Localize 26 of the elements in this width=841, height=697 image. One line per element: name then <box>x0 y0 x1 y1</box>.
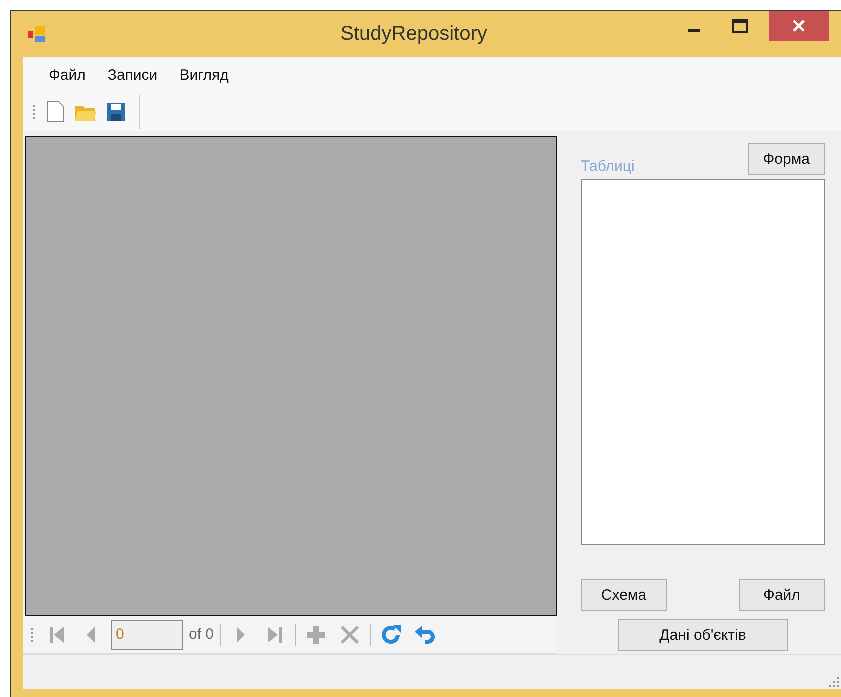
refresh-icon <box>380 624 402 646</box>
tables-label: Таблиці <box>581 158 635 175</box>
plus-icon <box>306 624 326 644</box>
first-record-icon <box>49 626 65 644</box>
panel-button[interactable]: Файл <box>739 579 825 611</box>
undo-icon <box>414 624 436 646</box>
resize-grip-icon <box>829 677 839 687</box>
close-icon <box>340 624 360 644</box>
next-icon <box>236 626 246 644</box>
close-button[interactable] <box>769 11 829 41</box>
app-icon <box>27 25 47 43</box>
menu-item[interactable]: Записи <box>98 62 168 88</box>
save-icon <box>106 102 126 122</box>
panel-button[interactable]: Схема <box>581 579 667 611</box>
object-data-button[interactable]: Дані об'єктів <box>618 619 788 651</box>
minimize-icon <box>688 28 700 32</box>
window-title: StudyRepository <box>340 22 488 46</box>
previous-icon <box>86 626 96 644</box>
menu-item[interactable]: Вигляд <box>170 62 239 88</box>
last-record-icon <box>267 626 284 644</box>
close-icon <box>792 19 806 33</box>
new-document-icon <box>47 101 65 123</box>
record-count: of 0 <box>189 626 214 643</box>
menu-item[interactable]: Файл <box>39 62 96 88</box>
form-button[interactable]: Форма <box>748 143 825 175</box>
maximize-icon <box>732 19 748 33</box>
